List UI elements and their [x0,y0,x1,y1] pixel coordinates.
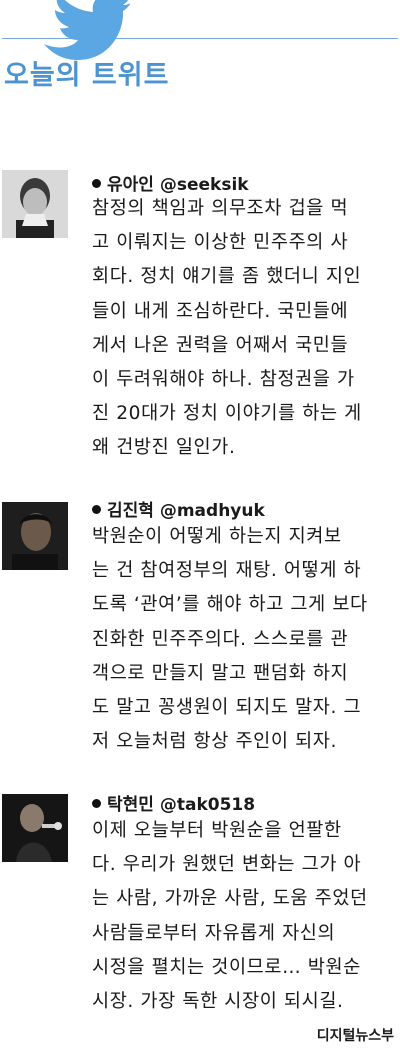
text-line: 객으로 만들지 말고 팬덤화 하지 [92,662,349,684]
tweet-text: 이제 오늘부터 박원순을 언팔한 다. 우리가 원했던 변화는 그가 아 는 사… [92,814,397,1019]
page-title: 오늘의 트위트 [4,60,170,91]
bullet-icon [92,178,101,188]
text-line: 참정의 책임과 의무조차 겁을 먹 [92,198,349,219]
tweet-text: 박원순이 어떻게 하는지 지켜보 는 건 참여정부의 재탕. 어떻게 하 도록 … [92,520,397,759]
text-line: 이제 오늘부터 박원순을 언팔한 [92,820,342,841]
tweet-text: 참정의 책임과 의무조차 겁을 먹 고 이뤄지는 이상한 민주주의 사 회다. … [92,192,397,466]
text-line: 이 두려워해야 하나. 참정권을 가 [92,368,355,390]
text-line: 게서 나온 권력을 어째서 국민들 [92,334,349,356]
byline: 디지털뉴스부 [316,1028,394,1044]
text-line: 시정을 펼치는 것이므로… 박원순 [92,956,361,978]
text-line: 저 오늘처럼 항상 주인이 되자. [92,731,338,753]
text-line: 도 말고 꽁생원이 되지도 말자. 그 [92,696,362,718]
author-handle: @tak0518 [159,795,256,815]
text-line: 고 이뤄지는 이상한 민주주의 사 [92,232,349,254]
author-name: 탁현민 [107,795,154,815]
avatar [2,794,68,862]
text-line: 진화한 민주주의다. 스스로를 관 [92,628,349,650]
avatar [2,502,68,570]
text-line: 는 사람, 가까운 사람, 도움 주었던 [92,888,368,910]
text-line: 왜 건방진 일인가. [92,437,236,459]
text-line: 들이 내게 조심하란다. 국민들에 [92,300,349,322]
avatar [2,170,68,238]
author-name: 김진혁 [107,501,154,521]
bullet-icon [92,798,101,808]
text-line: 는 건 참여정부의 재탕. 어떻게 하 [92,560,362,582]
text-line: 진 20대가 정치 이야기를 하는 게 [92,403,362,425]
tweet-author: 김진혁 @madhyuk [92,500,265,522]
text-line: 사람들로부터 자유롭게 자신의 [92,922,336,944]
text-line: 박원순이 어떻게 하는지 지켜보 [92,526,342,547]
text-line: 회다. 정치 얘기를 좀 했더니 지인 [92,266,362,288]
text-line: 도록 ‘관여’를 해야 하고 그게 보다 [92,594,368,616]
author-handle: @madhyuk [159,501,265,521]
text-line: 시장. 가장 독한 시장이 되시길. [92,990,344,1012]
text-line: 다. 우리가 원했던 변화는 그가 아 [92,854,362,876]
tweet-author: 탁현민 @tak0518 [92,794,255,816]
bullet-icon [92,504,101,514]
